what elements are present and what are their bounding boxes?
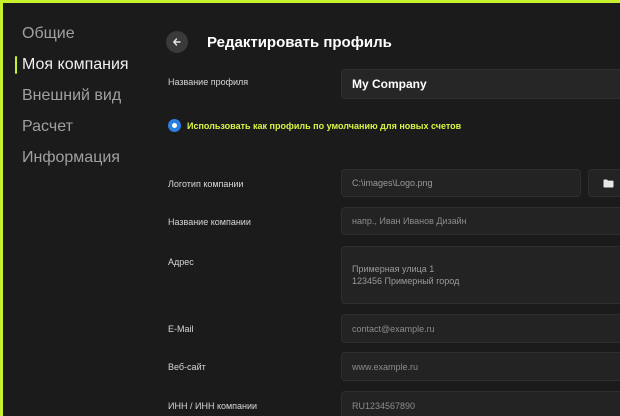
- tax-id-label: ИНН / ИНН компании: [168, 401, 258, 411]
- website-label: Веб-сайт: [168, 362, 206, 372]
- arrow-left-icon: [173, 38, 181, 46]
- address-line-1: Примерная улица 1: [352, 264, 435, 274]
- email-label: E-Mail: [168, 324, 194, 334]
- company-logo-input[interactable]: C:\images\Logo.png: [341, 169, 581, 197]
- sidebar-item-calculation[interactable]: Расчет: [6, 116, 146, 147]
- sidebar-item-appearance[interactable]: Внешний вид: [6, 85, 146, 116]
- page-title: Редактировать профиль: [207, 33, 392, 51]
- default-profile-label[interactable]: Использовать как профиль по умолчанию дл…: [187, 121, 461, 131]
- settings-sidebar: Общие Моя компания Внешний вид Расчет Ин…: [6, 23, 146, 178]
- address-line-2: 123456 Примерный город: [352, 276, 460, 286]
- sidebar-item-general[interactable]: Общие: [6, 23, 146, 54]
- profile-name-label: Название профиля: [168, 77, 249, 87]
- sidebar-item-my-company[interactable]: Моя компания: [6, 54, 146, 85]
- back-button[interactable]: [166, 31, 188, 53]
- folder-icon: [603, 179, 613, 187]
- profile-name-input[interactable]: My Company: [341, 69, 620, 99]
- tax-id-input[interactable]: RU1234567890: [341, 391, 620, 416]
- default-profile-option[interactable]: Использовать как профиль по умолчанию дл…: [168, 119, 461, 132]
- profile-editor: Редактировать профиль Название профиля M…: [163, 3, 620, 416]
- website-input[interactable]: www.example.ru: [341, 352, 620, 381]
- email-input[interactable]: contact@example.ru: [341, 314, 620, 343]
- company-logo-label: Логотип компании: [168, 179, 244, 189]
- page-header: Редактировать профиль: [166, 30, 392, 54]
- browse-logo-button[interactable]: [588, 169, 620, 197]
- address-input[interactable]: Примерная улица 1 123456 Примерный город: [341, 246, 620, 304]
- default-profile-radio[interactable]: [168, 119, 181, 132]
- company-name-label: Название компании: [168, 217, 251, 227]
- address-label: Адрес: [168, 257, 194, 267]
- app-window: Общие Моя компания Внешний вид Расчет Ин…: [0, 0, 620, 416]
- sidebar-item-information[interactable]: Информация: [6, 147, 146, 178]
- company-name-input[interactable]: напр., Иван Иванов Дизайн: [341, 207, 620, 235]
